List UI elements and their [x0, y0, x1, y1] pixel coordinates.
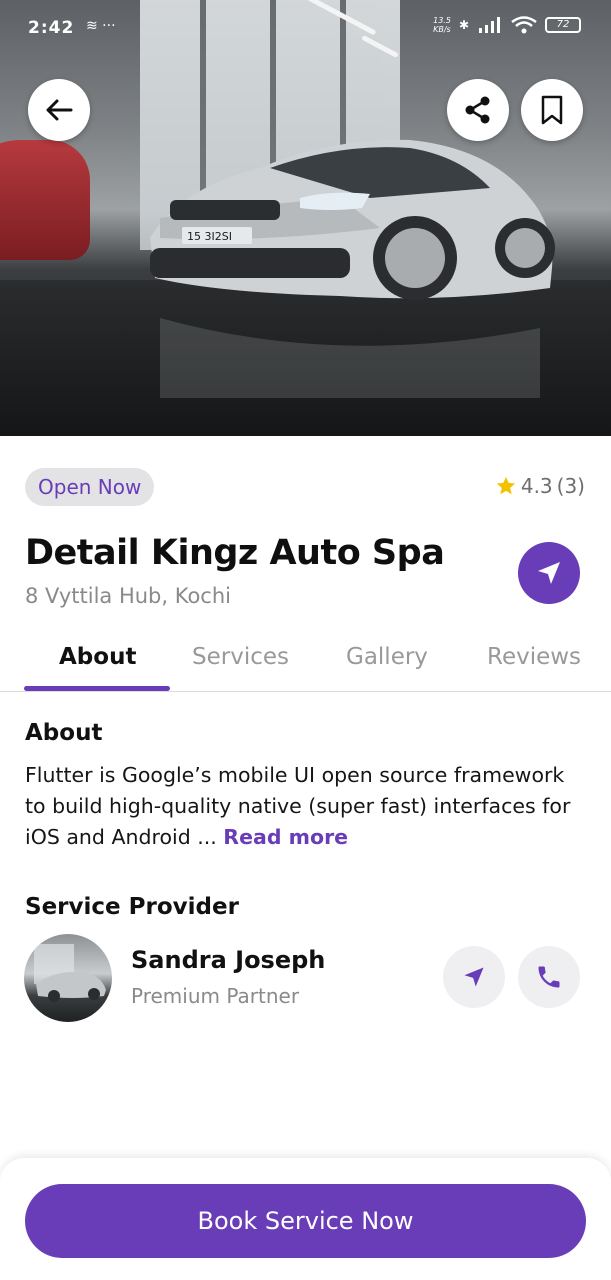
bookmark-icon	[541, 95, 563, 125]
directions-button[interactable]	[518, 542, 580, 604]
hero-image: 15 3I2SI	[0, 0, 611, 436]
provider-card: Sandra Joseph Premium Partner	[24, 934, 586, 1022]
business-title: Detail Kingz Auto Spa	[25, 533, 445, 573]
arrow-left-icon	[46, 99, 73, 121]
signal-icon	[479, 17, 500, 33]
about-heading: About	[25, 720, 103, 746]
share-button[interactable]	[447, 79, 509, 141]
bookmark-button[interactable]	[521, 79, 583, 141]
back-button[interactable]	[28, 79, 90, 141]
review-count: (3)	[556, 474, 585, 498]
avatar	[24, 934, 112, 1022]
bluetooth-icon: ✱	[458, 18, 469, 32]
service-provider-heading: Service Provider	[25, 894, 239, 920]
navigation-arrow-icon	[538, 562, 560, 584]
provider-call-button[interactable]	[518, 946, 580, 1008]
red-car	[0, 140, 90, 260]
rating-value: 4.3	[520, 474, 553, 498]
notification-icons: ≋ ···	[86, 18, 116, 34]
network-speed-unit: KB/s	[433, 25, 451, 34]
provider-role: Premium Partner	[131, 984, 300, 1008]
tab-bar: About Services Gallery Reviews	[0, 638, 611, 692]
network-speed: 13.5 KB/s	[433, 16, 451, 34]
phone-icon	[538, 966, 560, 988]
rating: 4.3 (3)	[495, 474, 585, 498]
share-icon	[465, 96, 490, 124]
network-speed-value: 13.5	[433, 16, 451, 25]
tab-gallery[interactable]: Gallery	[346, 644, 428, 670]
tab-services[interactable]: Services	[192, 644, 289, 670]
book-service-button[interactable]: Book Service Now	[25, 1184, 586, 1258]
wifi-icon	[511, 16, 537, 34]
about-description: Flutter is Google’s mobile UI open sourc…	[25, 760, 590, 853]
active-tab-indicator	[24, 686, 170, 691]
tab-about[interactable]: About	[59, 644, 136, 670]
provider-name: Sandra Joseph	[131, 946, 326, 974]
open-now-badge: Open Now	[25, 468, 155, 506]
license-plate: 15 3I2SI	[187, 230, 232, 243]
silver-car: 15 3I2SI	[150, 139, 555, 398]
status-bar: 2:42 ≋ ··· 13.5 KB/s ✱ 72	[0, 0, 611, 60]
navigation-arrow-icon	[464, 967, 484, 987]
read-more-link[interactable]: Read more	[223, 825, 348, 849]
business-address: 8 Vyttila Hub, Kochi	[25, 584, 231, 608]
status-time: 2:42	[28, 18, 75, 38]
bottom-action-bar: Book Service Now	[0, 1158, 611, 1280]
battery-icon: 72	[545, 17, 581, 33]
star-icon	[496, 476, 516, 495]
provider-directions-button[interactable]	[443, 946, 505, 1008]
tab-reviews[interactable]: Reviews	[487, 644, 581, 670]
